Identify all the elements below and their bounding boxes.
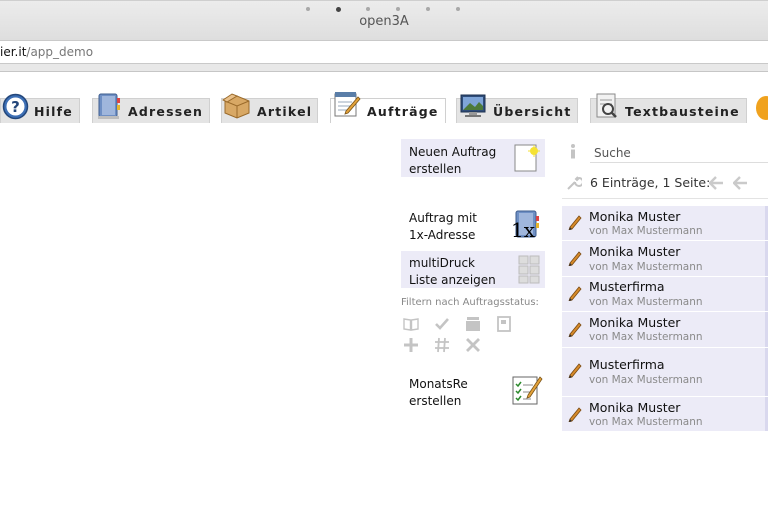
tab-hilfe[interactable]: ? Hilfe bbox=[0, 93, 80, 123]
new-order-label-2: erstellen bbox=[409, 162, 462, 176]
tab-label: Artikel bbox=[257, 104, 313, 119]
filter-plus-icon[interactable] bbox=[403, 337, 419, 353]
pencil-icon[interactable] bbox=[567, 362, 583, 378]
toolbar-gap bbox=[0, 64, 768, 72]
row-sub: von Max Mustermann bbox=[589, 261, 703, 273]
tab-adressen[interactable]: Adressen bbox=[92, 93, 210, 123]
order-1x-label-2: 1x-Adresse bbox=[409, 228, 476, 242]
row-sub: von Max Mustermann bbox=[589, 416, 703, 428]
row-name: Monika Muster bbox=[589, 400, 681, 415]
window-dot bbox=[366, 7, 370, 11]
url-host: ier.it bbox=[0, 45, 27, 59]
filter-hash-icon[interactable] bbox=[434, 337, 450, 353]
tab-auftraege[interactable]: Aufträge bbox=[330, 92, 446, 123]
order-row[interactable]: Monika Muster von Max Mustermann bbox=[562, 397, 768, 432]
row-name: Monika Muster bbox=[589, 209, 681, 224]
monthly-label-2: erstellen bbox=[409, 394, 462, 408]
new-order-label-1: Neuen Auftrag bbox=[409, 145, 497, 159]
window-dot bbox=[426, 7, 430, 11]
tab-label: Adressen bbox=[128, 104, 204, 119]
notepad-icon bbox=[334, 92, 361, 117]
window-dot bbox=[456, 7, 460, 11]
tab-label: Textbausteine bbox=[625, 104, 740, 119]
row-name: Monika Muster bbox=[589, 315, 681, 330]
monitor-icon bbox=[460, 94, 486, 117]
filter-status-label: Filtern nach Auftragsstatus: bbox=[401, 297, 539, 308]
filter-document-icon[interactable] bbox=[496, 316, 512, 332]
grid-list-icon bbox=[518, 255, 540, 284]
pencil-icon[interactable] bbox=[567, 321, 583, 337]
checklist-icon bbox=[512, 376, 543, 405]
pencil-icon[interactable] bbox=[567, 406, 583, 422]
window-title: open3A bbox=[359, 14, 409, 29]
info-icon bbox=[571, 144, 575, 159]
tab-label: Hilfe bbox=[34, 104, 73, 119]
multidruck-label-1: multiDruck bbox=[409, 256, 475, 270]
filter-package-icon[interactable] bbox=[465, 316, 481, 332]
tab-uebersicht[interactable]: Übersicht bbox=[456, 94, 578, 123]
multidruck-label-2: Liste anzeigen bbox=[409, 273, 496, 287]
pencil-icon[interactable] bbox=[567, 285, 583, 301]
order-1x-address-button[interactable]: Auftrag mit 1x-Adresse 1x bbox=[401, 204, 545, 245]
row-name: Musterfirma bbox=[589, 357, 665, 372]
address-bar[interactable]: ier.it/app_demo bbox=[0, 40, 768, 64]
one-x-badge: 1x bbox=[511, 218, 536, 242]
overflow-tab-icon[interactable] bbox=[756, 96, 768, 120]
main-tab-bar: ? Hilfe Adressen Artikel Aufträge Übersi… bbox=[0, 73, 768, 126]
tab-textbausteine[interactable]: Textbausteine bbox=[590, 93, 747, 123]
window-dot bbox=[306, 7, 310, 11]
window-dot-active bbox=[336, 7, 341, 12]
monthly-label-1: MonatsRe bbox=[409, 377, 468, 391]
order-row[interactable]: Musterfirma von Max Mustermann bbox=[562, 348, 768, 397]
order-1x-label-1: Auftrag mit bbox=[409, 211, 477, 225]
url-text[interactable]: ier.it/app_demo bbox=[0, 45, 93, 59]
text-module-icon bbox=[596, 93, 617, 118]
order-row[interactable]: Monika Muster von Max Mustermann bbox=[562, 241, 768, 277]
pencil-icon[interactable] bbox=[567, 250, 583, 266]
pencil-icon[interactable] bbox=[567, 214, 583, 230]
row-sub: von Max Mustermann bbox=[589, 225, 703, 237]
search-input[interactable] bbox=[590, 143, 768, 163]
svg-text:?: ? bbox=[11, 98, 20, 116]
address-book-icon bbox=[98, 93, 120, 119]
order-row[interactable]: Monika Muster von Max Mustermann bbox=[562, 206, 768, 241]
tab-label: Übersicht bbox=[493, 104, 572, 119]
row-name: Musterfirma bbox=[589, 279, 665, 294]
window-dots bbox=[300, 7, 470, 13]
multidruck-button[interactable]: multiDruck Liste anzeigen bbox=[401, 251, 545, 288]
title-bar: open3A bbox=[0, 0, 768, 40]
row-sub: von Max Mustermann bbox=[589, 331, 703, 343]
window-dot bbox=[396, 7, 400, 11]
pager-text: 6 Einträge, 1 Seite: bbox=[590, 175, 711, 190]
tab-artikel[interactable]: Artikel bbox=[221, 93, 318, 123]
package-icon bbox=[222, 93, 250, 119]
filter-cross-icon[interactable] bbox=[465, 337, 481, 353]
list-divider bbox=[562, 198, 768, 199]
order-row[interactable]: Monika Muster von Max Mustermann bbox=[562, 312, 768, 348]
help-icon: ? bbox=[2, 93, 29, 120]
app-window: open3A ier.it/app_demo ? Hilfe Adressen bbox=[0, 0, 768, 515]
new-order-button[interactable]: Neuen Auftrag erstellen bbox=[401, 139, 545, 177]
row-sub: von Max Mustermann bbox=[589, 374, 703, 386]
arrow-previous-icon[interactable] bbox=[733, 176, 748, 190]
wrench-icon[interactable] bbox=[566, 175, 582, 191]
url-path: /app_demo bbox=[26, 45, 94, 59]
row-name: Monika Muster bbox=[589, 244, 681, 259]
row-sub: von Max Mustermann bbox=[589, 296, 703, 308]
tab-label: Aufträge bbox=[367, 104, 439, 119]
filter-open-book-icon[interactable] bbox=[403, 316, 419, 332]
arrow-first-icon[interactable] bbox=[709, 176, 724, 190]
monthly-invoice-button[interactable]: MonatsRe erstellen bbox=[401, 370, 545, 414]
pager: 6 Einträge, 1 Seite: bbox=[566, 173, 768, 193]
filter-check-icon[interactable] bbox=[434, 316, 450, 332]
new-document-icon bbox=[514, 144, 540, 172]
order-row[interactable]: Musterfirma von Max Mustermann bbox=[562, 277, 768, 312]
